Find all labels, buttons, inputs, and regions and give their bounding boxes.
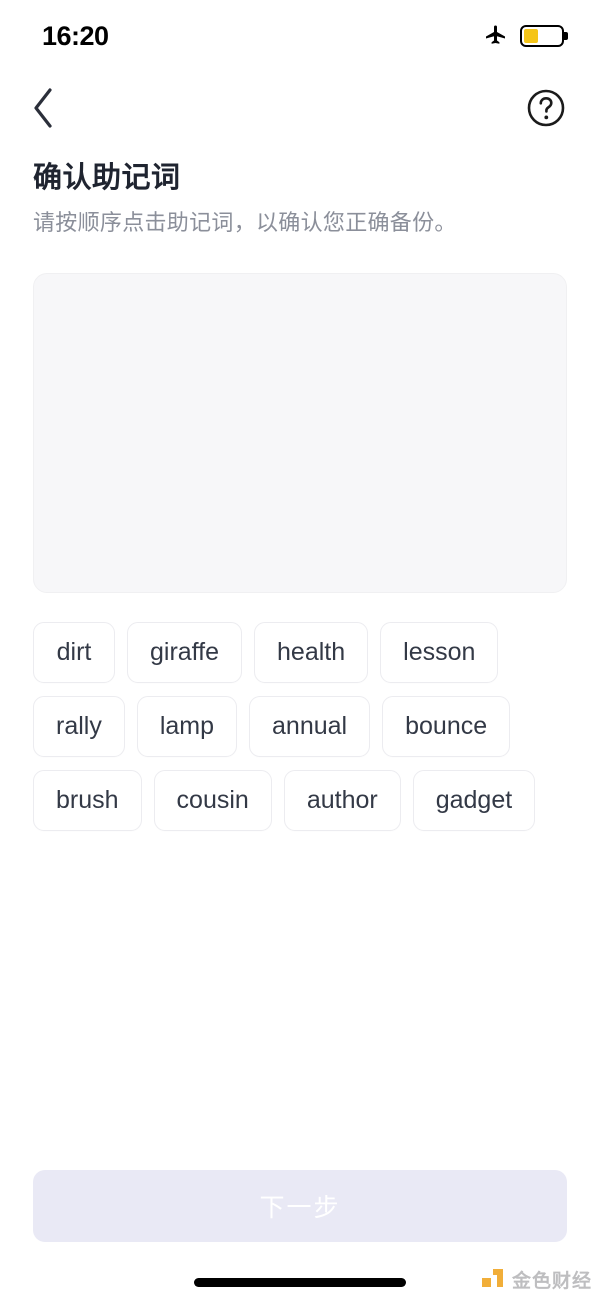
word-chip[interactable]: lesson	[380, 622, 499, 683]
word-chip[interactable]: lamp	[136, 696, 238, 757]
battery-fill	[524, 29, 539, 43]
battery-icon	[520, 25, 564, 47]
word-bank: dirt giraffe health lesson rally lamp annual bo…	[33, 622, 567, 831]
nav-bar	[0, 72, 600, 144]
word-chip[interactable]: author	[283, 770, 401, 831]
jinse-logo-icon	[481, 1268, 506, 1291]
word-chip[interactable]: giraffe	[127, 622, 243, 683]
home-indicator	[194, 1278, 406, 1287]
help-button[interactable]	[524, 86, 568, 130]
status-indicators	[484, 24, 564, 48]
airplane-mode-icon	[486, 25, 505, 44]
word-chip[interactable]: dirt	[33, 622, 115, 683]
word-chip[interactable]: brush	[33, 770, 142, 831]
word-chip[interactable]: bounce	[382, 696, 511, 757]
back-button[interactable]	[22, 86, 66, 130]
chevron-left-icon	[34, 88, 52, 128]
selected-words-area[interactable]	[33, 273, 567, 593]
heading-block: 确认助记词 请按顺序点击助记词，以确认您正确备份。	[33, 160, 573, 237]
word-chip[interactable]: rally	[33, 696, 125, 757]
next-button[interactable]: 下一步	[33, 1170, 567, 1242]
watermark: 金色财经	[481, 1266, 592, 1293]
question-mark-circle-icon	[527, 89, 565, 127]
logo-square-c	[496, 1268, 503, 1287]
watermark-text: 金色财经	[511, 1271, 592, 1292]
page-subtitle: 请按顺序点击助记词，以确认您正确备份。	[33, 209, 457, 235]
word-chip[interactable]: cousin	[153, 770, 272, 831]
word-chip[interactable]: gadget	[412, 770, 536, 831]
status-time: 16:20	[42, 20, 109, 51]
app-screen: 16:20 确认助记词 请按顺序点击助记词，以确认您正确备份。 dirt gir…	[0, 0, 600, 1299]
status-bar: 16:20	[0, 0, 600, 72]
page-title: 确认助记词	[33, 162, 181, 194]
word-chip[interactable]: health	[254, 622, 369, 683]
word-chip[interactable]: annual	[249, 696, 371, 757]
logo-square-a	[481, 1277, 491, 1287]
